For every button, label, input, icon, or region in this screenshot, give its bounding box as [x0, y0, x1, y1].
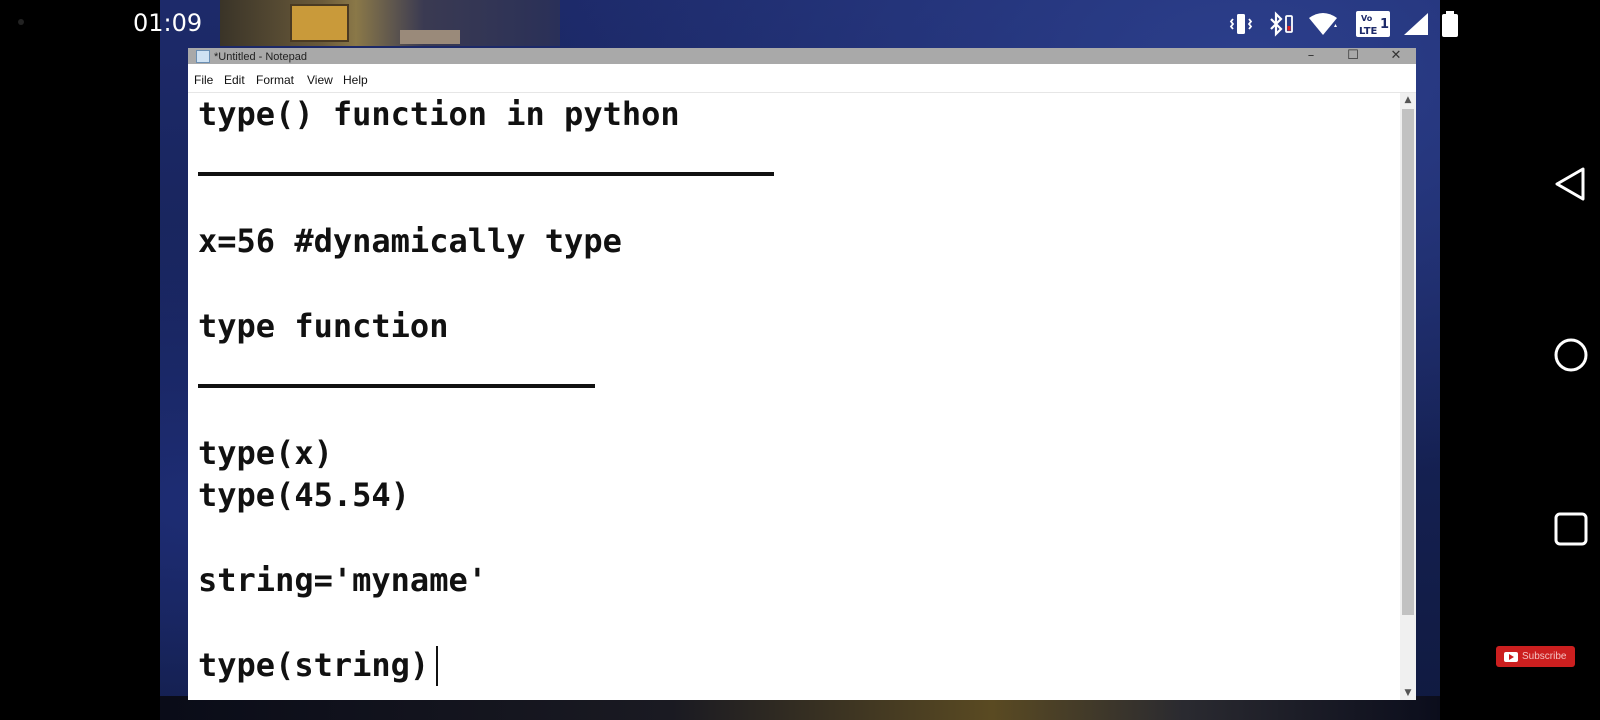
menu-bar: File Edit Format View Help [188, 64, 1416, 93]
home-icon[interactable] [1553, 337, 1589, 377]
text-editor[interactable]: type() function in python x=56 #dynamica… [188, 93, 1400, 700]
menu-file[interactable]: File [194, 73, 213, 87]
vibrate-icon [1228, 10, 1254, 38]
subscribe-label: Subscribe [1522, 651, 1567, 662]
title-bar[interactable]: *Untitled - Notepad – ☐ ✕ [188, 48, 1416, 64]
editor-line: x=56 #dynamically type [198, 222, 622, 260]
text-caret [436, 646, 438, 686]
menu-format[interactable]: Format [256, 73, 294, 87]
vertical-scrollbar[interactable]: ▲ ▼ [1400, 93, 1416, 700]
editor-line: string='myname' [198, 561, 487, 599]
scroll-down-arrow-icon[interactable]: ▼ [1400, 686, 1416, 700]
menu-edit[interactable]: Edit [224, 73, 245, 87]
svg-text:Vo: Vo [1361, 14, 1373, 23]
close-button[interactable]: ✕ [1376, 47, 1416, 65]
editor-line: type() function in python [198, 95, 680, 133]
editor-line: type(string) [198, 646, 430, 684]
back-icon[interactable] [1553, 166, 1587, 206]
wifi-icon [1307, 10, 1339, 38]
scroll-up-arrow-icon[interactable]: ▲ [1400, 93, 1416, 107]
svg-text:LTE: LTE [1359, 26, 1378, 37]
youtube-icon [1504, 651, 1518, 662]
minimize-button[interactable]: – [1291, 47, 1331, 65]
notepad-app-icon [196, 50, 210, 63]
battery-icon [1440, 10, 1460, 38]
editor-line: type(45.54) [198, 476, 410, 514]
status-clock: 01:09 [133, 9, 203, 37]
menu-view[interactable]: View [307, 73, 333, 87]
svg-text:1: 1 [1380, 17, 1389, 32]
notepad-window: *Untitled - Notepad – ☐ ✕ File Edit Form… [188, 48, 1416, 700]
recents-icon[interactable] [1553, 511, 1589, 551]
underline-rule [198, 172, 774, 176]
volte-lte-icon: Vo LTE 1 [1355, 10, 1391, 38]
bluetooth-icon [1266, 10, 1296, 38]
background-house [220, 0, 560, 46]
subscribe-button[interactable]: Subscribe [1496, 646, 1575, 667]
window-title: *Untitled - Notepad [214, 51, 307, 63]
menu-help[interactable]: Help [343, 73, 368, 87]
scrollbar-thumb[interactable] [1402, 109, 1414, 615]
editor-line: type function [198, 307, 449, 345]
maximize-button[interactable]: ☐ [1333, 47, 1373, 65]
editor-line: type(x) [198, 434, 333, 472]
underline-rule [198, 384, 595, 388]
cellular-signal-icon [1402, 10, 1430, 38]
camera-dot [18, 19, 24, 25]
